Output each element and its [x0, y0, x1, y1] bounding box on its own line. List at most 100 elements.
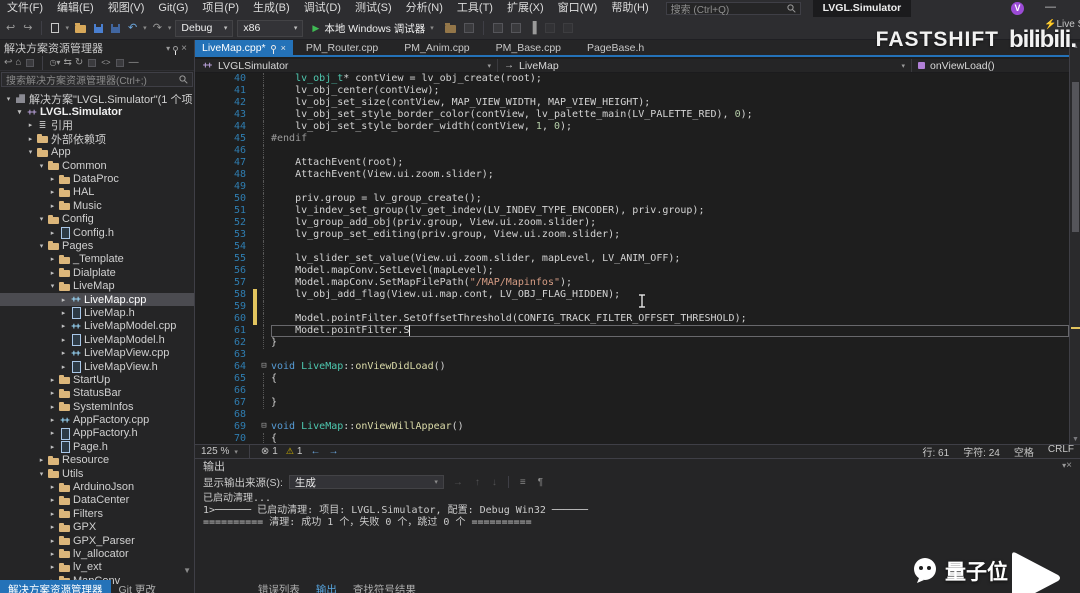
menu-item[interactable]: 分析(N) [399, 0, 450, 17]
refresh-icon[interactable]: ↻ [75, 57, 83, 69]
pin-icon[interactable] [271, 45, 276, 50]
tree-row[interactable]: ▸lv_ext [0, 561, 194, 574]
menu-item[interactable]: 视图(V) [101, 0, 152, 17]
indent-mode-indicator[interactable]: 空格 [1014, 444, 1034, 459]
warning-indicator[interactable]: ⚠ 1 [286, 446, 303, 457]
member-dropdown[interactable]: onViewLoad() ▾ [912, 59, 1080, 72]
fold-margin[interactable] [257, 109, 271, 121]
tree-expander-icon[interactable]: ▸ [58, 363, 69, 371]
line-number[interactable]: 57 [195, 277, 253, 289]
tree-row[interactable]: ▸++LiveMapModel.cpp [0, 320, 194, 333]
tree-expander-icon[interactable]: ▸ [47, 188, 58, 196]
prev-issue-icon[interactable]: ← [310, 446, 320, 457]
tree-expander-icon[interactable]: ▾ [47, 282, 58, 290]
line-number[interactable]: 55 [195, 253, 253, 265]
tree-expander-icon[interactable]: ▾ [36, 242, 47, 250]
line-number[interactable]: 40 [195, 73, 253, 85]
line-number[interactable]: 46 [195, 145, 253, 157]
code-text[interactable]: Model.mapConv.SetLevel(mapLevel); [271, 265, 1069, 277]
tree-row[interactable]: ▸GPX_Parser [0, 534, 194, 547]
line-number[interactable]: 52 [195, 217, 253, 229]
clear-all-icon[interactable]: ≡ [517, 477, 529, 488]
code-line[interactable]: 54 [195, 241, 1069, 253]
fold-margin[interactable] [257, 181, 271, 193]
tree-expander-icon[interactable]: ▸ [47, 443, 58, 451]
close-icon[interactable]: × [281, 43, 286, 53]
code-line[interactable]: 66 [195, 385, 1069, 397]
code-line[interactable]: 48 AttachEvent(View.ui.zoom.slider); [195, 169, 1069, 181]
goto-message-icon[interactable]: → [450, 477, 466, 488]
tool-window-tab[interactable]: 解决方案资源管理器 [0, 580, 111, 593]
menu-item[interactable]: 项目(P) [195, 0, 246, 17]
tree-row[interactable]: ▸Dialplate [0, 266, 194, 279]
tree-expander-icon[interactable]: ▸ [47, 510, 58, 518]
code-text[interactable]: AttachEvent(root); [271, 157, 1069, 169]
code-editor[interactable]: 40 lv_obj_t* contView = lv_obj_create(ro… [195, 73, 1069, 444]
tree-row[interactable]: ▾Pages [0, 239, 194, 252]
code-line[interactable]: 60 Model.pointFilter.SetOffsetThreshold(… [195, 313, 1069, 325]
fold-margin[interactable] [257, 337, 271, 349]
fold-margin[interactable] [257, 133, 271, 145]
code-line[interactable]: 52 lv_group_add_obj(priv.group, View.ui.… [195, 217, 1069, 229]
tool-window-tab[interactable]: 输出 [308, 580, 345, 593]
tree-row[interactable]: ▸lv_allocator [0, 547, 194, 560]
line-number[interactable]: 67 [195, 397, 253, 409]
tree-row[interactable]: ▾App [0, 146, 194, 159]
tool-window-tab[interactable]: 错误列表 [250, 580, 308, 593]
type-dropdown[interactable]: → LiveMap ▾ [498, 59, 912, 72]
chevron-down-icon[interactable]: ▾ [163, 44, 173, 53]
line-number[interactable]: 54 [195, 241, 253, 253]
code-text[interactable] [271, 349, 1069, 361]
line-number[interactable]: 53 [195, 229, 253, 241]
line-number[interactable]: 51 [195, 205, 253, 217]
fold-margin[interactable] [257, 373, 271, 385]
navigate-forward-icon[interactable]: ↪ [21, 20, 34, 36]
code-text[interactable] [271, 409, 1069, 421]
line-number[interactable]: 56 [195, 265, 253, 277]
line-number[interactable]: 59 [195, 301, 253, 313]
tree-row[interactable]: ▸++AppFactory.cpp [0, 413, 194, 426]
code-text[interactable]: Model.pointFilter.S [271, 325, 1069, 337]
tree-row[interactable]: ▸LiveMap.h [0, 306, 194, 319]
document-tab[interactable]: PM_Anim.cpp [391, 40, 482, 55]
tree-expander-icon[interactable]: ▸ [47, 376, 58, 384]
prev-message-icon[interactable]: ↑ [472, 477, 483, 488]
tree-expander-icon[interactable]: ▸ [47, 255, 58, 263]
document-tab[interactable]: PM_Router.cpp [293, 40, 391, 55]
home-icon[interactable]: ⌂ [15, 57, 21, 69]
code-line[interactable]: 68 [195, 409, 1069, 421]
code-text[interactable] [271, 181, 1069, 193]
tree-row[interactable]: ▸GPX [0, 521, 194, 534]
code-line[interactable]: 49 [195, 181, 1069, 193]
code-text[interactable]: void LiveMap::onViewDidLoad() [271, 361, 1069, 373]
code-line[interactable]: 50 priv.group = lv_group_create(); [195, 193, 1069, 205]
solution-explorer-search[interactable]: 搜索解决方案资源管理器(Ctrl+;) [1, 72, 193, 87]
fold-margin[interactable] [257, 121, 271, 133]
tree-row[interactable]: ▸++LiveMap.cpp [0, 293, 194, 306]
fold-margin[interactable] [257, 157, 271, 169]
list-icon[interactable] [511, 23, 521, 33]
close-icon[interactable]: × [178, 43, 190, 54]
fold-margin[interactable] [257, 409, 271, 421]
tree-expander-icon[interactable]: ▾ [36, 162, 47, 170]
code-text[interactable]: lv_group_set_editing(priv.group, View.ui… [271, 229, 1069, 241]
tree-expander-icon[interactable]: ▸ [47, 229, 58, 237]
code-line[interactable]: 51 lv_indev_set_group(lv_get_indev(LV_IN… [195, 205, 1069, 217]
fold-margin[interactable] [257, 145, 271, 157]
undo-icon[interactable]: ↶ [126, 20, 139, 36]
bookmark-icon[interactable]: ▐ [527, 20, 539, 36]
collapse-all-icon[interactable] [88, 59, 96, 67]
code-line[interactable]: 56 Model.mapConv.SetLevel(mapLevel); [195, 265, 1069, 277]
code-text[interactable]: priv.group = lv_group_create(); [271, 193, 1069, 205]
tree-expander-icon[interactable]: ▸ [47, 563, 58, 571]
line-number[interactable]: 69 [195, 421, 253, 433]
save-all-icon[interactable] [111, 24, 120, 33]
code-text[interactable]: { [271, 373, 1069, 385]
fold-margin[interactable] [257, 205, 271, 217]
code-text[interactable]: lv_group_add_obj(priv.group, View.ui.zoo… [271, 217, 1069, 229]
code-line[interactable]: 57 Model.mapConv.SetMapFilePath("/MAP/Ma… [195, 277, 1069, 289]
fold-margin[interactable]: ⊟ [257, 361, 271, 373]
tree-expander-icon[interactable]: ▸ [47, 175, 58, 183]
tree-expander-icon[interactable]: ▸ [47, 483, 58, 491]
code-text[interactable]: AttachEvent(View.ui.zoom.slider); [271, 169, 1069, 181]
